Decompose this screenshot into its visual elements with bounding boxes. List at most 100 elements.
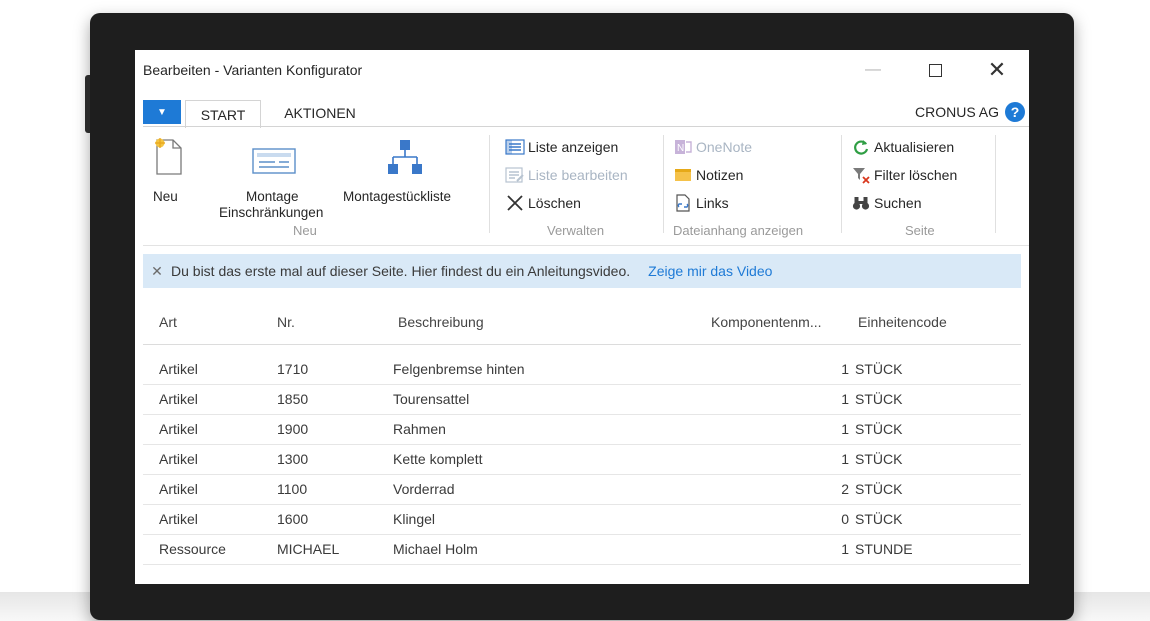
cell-art: Artikel <box>159 451 198 467</box>
cell-beschreibung: Rahmen <box>393 421 446 437</box>
tab-start[interactable]: START <box>185 100 261 128</box>
tab-start-label: START <box>200 106 246 123</box>
tab-aktionen[interactable]: AKTIONEN <box>265 100 375 126</box>
hierarchy-icon <box>388 140 422 174</box>
title-bar: Bearbeiten - Varianten Konfigurator — ✕ <box>135 50 1029 90</box>
cell-menge: 1 <box>841 451 849 467</box>
assembly-constraints-button[interactable]: Montage Einschränkungen <box>207 133 337 223</box>
help-icon[interactable]: ? <box>1005 102 1025 122</box>
new-button[interactable]: Neu <box>147 133 191 223</box>
cell-einheit: STÜCK <box>855 421 903 437</box>
binoculars-icon <box>851 194 871 212</box>
assembly-bom-label: Montagestückliste <box>343 189 452 204</box>
cell-beschreibung: Vorderrad <box>393 481 455 497</box>
delete-label: Löschen <box>528 195 581 211</box>
column-header-nr[interactable]: Nr. <box>277 314 295 330</box>
links-button[interactable]: Links <box>673 191 729 215</box>
cell-einheit: STÜCK <box>855 511 903 527</box>
cell-art: Artikel <box>159 391 198 407</box>
cell-beschreibung: Tourensattel <box>393 391 470 407</box>
cell-menge: 2 <box>841 481 849 497</box>
notification-text: Du bist das erste mal auf dieser Seite. … <box>171 263 631 279</box>
cell-nr: 1600 <box>277 511 309 527</box>
cell-nr: 1300 <box>277 451 309 467</box>
onenote-icon: N <box>673 138 693 156</box>
group-separator <box>841 135 842 233</box>
chevron-down-icon: ▼ <box>157 106 167 118</box>
notes-label: Notizen <box>696 167 744 183</box>
edit-list-button[interactable]: Liste bearbeiten <box>505 163 628 187</box>
column-header-art[interactable]: Art <box>159 314 177 330</box>
assembly-bom-button[interactable]: Montagestückliste <box>341 133 477 223</box>
delete-x-icon <box>505 194 525 212</box>
cell-art: Artikel <box>159 421 198 437</box>
table-row[interactable]: Artikel 1900 Rahmen 1 STÜCK <box>143 414 1021 445</box>
cell-beschreibung: Michael Holm <box>393 541 478 557</box>
window-title: Bearbeiten - Varianten Konfigurator <box>143 62 363 78</box>
cell-nr: MICHAEL <box>277 541 340 557</box>
app-menu-button[interactable]: ▼ <box>143 100 181 124</box>
minimize-button[interactable]: — <box>853 54 893 86</box>
group-separator <box>663 135 664 233</box>
company-name[interactable]: CRONUS AG <box>915 104 999 120</box>
show-list-label: Liste anzeigen <box>528 139 619 155</box>
search-label: Suchen <box>874 195 922 211</box>
cell-einheit: STÜCK <box>855 391 903 407</box>
dismiss-notification-icon[interactable]: ✕ <box>143 263 171 280</box>
cell-nr: 1850 <box>277 391 309 407</box>
cell-art: Artikel <box>159 481 198 497</box>
cell-einheit: STÜCK <box>855 481 903 497</box>
notification-bar: ✕ Du bist das erste mal auf dieser Seite… <box>143 254 1021 288</box>
cell-einheit: STUNDE <box>855 541 913 557</box>
cell-beschreibung: Kette komplett <box>393 451 483 467</box>
tab-aktionen-label: AKTIONEN <box>284 105 356 121</box>
maximize-icon <box>928 63 942 77</box>
onenote-label: OneNote <box>696 139 753 155</box>
maximize-button[interactable] <box>915 54 955 86</box>
cell-menge: 1 <box>841 421 849 437</box>
group-separator <box>995 135 996 233</box>
edit-list-label: Liste bearbeiten <box>528 167 628 183</box>
cell-nr: 1900 <box>277 421 309 437</box>
group-label-neu: Neu <box>293 223 317 238</box>
refresh-button[interactable]: Aktualisieren <box>851 135 954 159</box>
table-row[interactable]: Artikel 1850 Tourensattel 1 STÜCK <box>143 384 1021 415</box>
cell-art: Artikel <box>159 361 198 377</box>
new-document-icon <box>155 138 182 175</box>
show-list-button[interactable]: Liste anzeigen <box>505 135 618 159</box>
column-header-einheitencode[interactable]: Einheitencode <box>858 314 947 330</box>
cell-menge: 1 <box>841 541 849 557</box>
table-row[interactable]: Artikel 1710 Felgenbremse hinten 1 STÜCK <box>143 354 1021 385</box>
close-icon: ✕ <box>987 57 1007 82</box>
clear-filter-button[interactable]: Filter löschen <box>851 163 957 187</box>
table-row[interactable]: Ressource MICHAEL Michael Holm 1 STUNDE <box>143 534 1021 565</box>
cell-beschreibung: Felgenbremse hinten <box>393 361 525 377</box>
column-header-beschreibung[interactable]: Beschreibung <box>398 314 484 330</box>
cell-einheit: STÜCK <box>855 361 903 377</box>
notes-icon <box>673 166 693 184</box>
close-button[interactable]: ✕ <box>977 54 1017 86</box>
notes-button[interactable]: Notizen <box>673 163 743 187</box>
show-video-link[interactable]: Zeige mir das Video <box>648 263 772 279</box>
cell-art: Ressource <box>159 541 226 557</box>
cell-art: Artikel <box>159 511 198 527</box>
table-row[interactable]: Artikel 1300 Kette komplett 1 STÜCK <box>143 444 1021 475</box>
table-header: Art Nr. Beschreibung Komponentenm... Ein… <box>143 304 1021 345</box>
group-label-verwalten: Verwalten <box>547 223 605 238</box>
links-icon <box>673 194 693 212</box>
minimize-icon: — <box>865 61 881 78</box>
cell-menge: 1 <box>841 361 849 377</box>
group-label-dateianhang: Dateianhang anzeigen <box>673 223 804 238</box>
cell-einheit: STÜCK <box>855 451 903 467</box>
group-separator <box>489 135 490 233</box>
search-button[interactable]: Suchen <box>851 191 921 215</box>
table-row[interactable]: Artikel 1100 Vorderrad 2 STÜCK <box>143 474 1021 505</box>
column-header-komponentenmenge[interactable]: Komponentenm... <box>711 314 822 330</box>
onenote-button[interactable]: N OneNote <box>673 135 752 159</box>
cell-nr: 1710 <box>277 361 309 377</box>
new-button-label: Neu <box>153 189 178 204</box>
group-label-seite: Seite <box>905 223 935 238</box>
table-row[interactable]: Artikel 1600 Klingel 0 STÜCK <box>143 504 1021 535</box>
delete-button[interactable]: Löschen <box>505 191 581 215</box>
cell-menge: 1 <box>841 391 849 407</box>
